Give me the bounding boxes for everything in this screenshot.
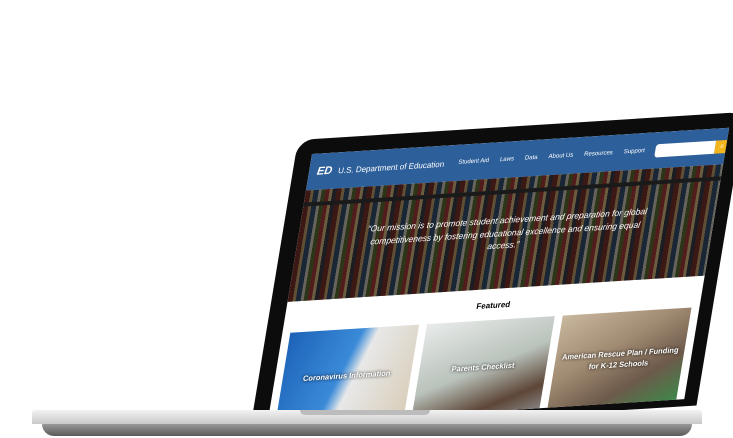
ed-logo-icon[interactable]: ED — [315, 162, 333, 181]
laptop-base-bottom — [42, 424, 692, 436]
search-input[interactable] — [654, 140, 717, 157]
nav-laws[interactable]: Laws — [499, 156, 514, 163]
search-icon: ⌕ — [719, 141, 726, 151]
card-label: American Rescue Plan / Funding for K-12 … — [561, 345, 680, 371]
laptop-hinge-notch — [300, 410, 430, 415]
nav-data[interactable]: Data — [524, 155, 538, 162]
laptop-screen: ED U.S. Department of Education Student … — [267, 127, 730, 426]
card-parents-checklist[interactable]: Parents Checklist — [410, 316, 556, 421]
mission-quote: “Our mission is to promote student achie… — [367, 205, 648, 252]
nav-support[interactable]: Support — [623, 148, 645, 155]
site-title[interactable]: U.S. Department of Education — [337, 159, 445, 175]
card-label: Parents Checklist — [450, 360, 516, 374]
nav-resources[interactable]: Resources — [584, 150, 614, 158]
card-american-rescue-plan[interactable]: American Rescue Plan / Funding for K-12 … — [547, 307, 692, 412]
nav-student-aid[interactable]: Student Aid — [458, 158, 490, 166]
card-label: Coronavirus Information — [302, 368, 392, 384]
nav-about-us[interactable]: About Us — [548, 153, 574, 161]
search-bar: ⌕ — [654, 139, 730, 157]
